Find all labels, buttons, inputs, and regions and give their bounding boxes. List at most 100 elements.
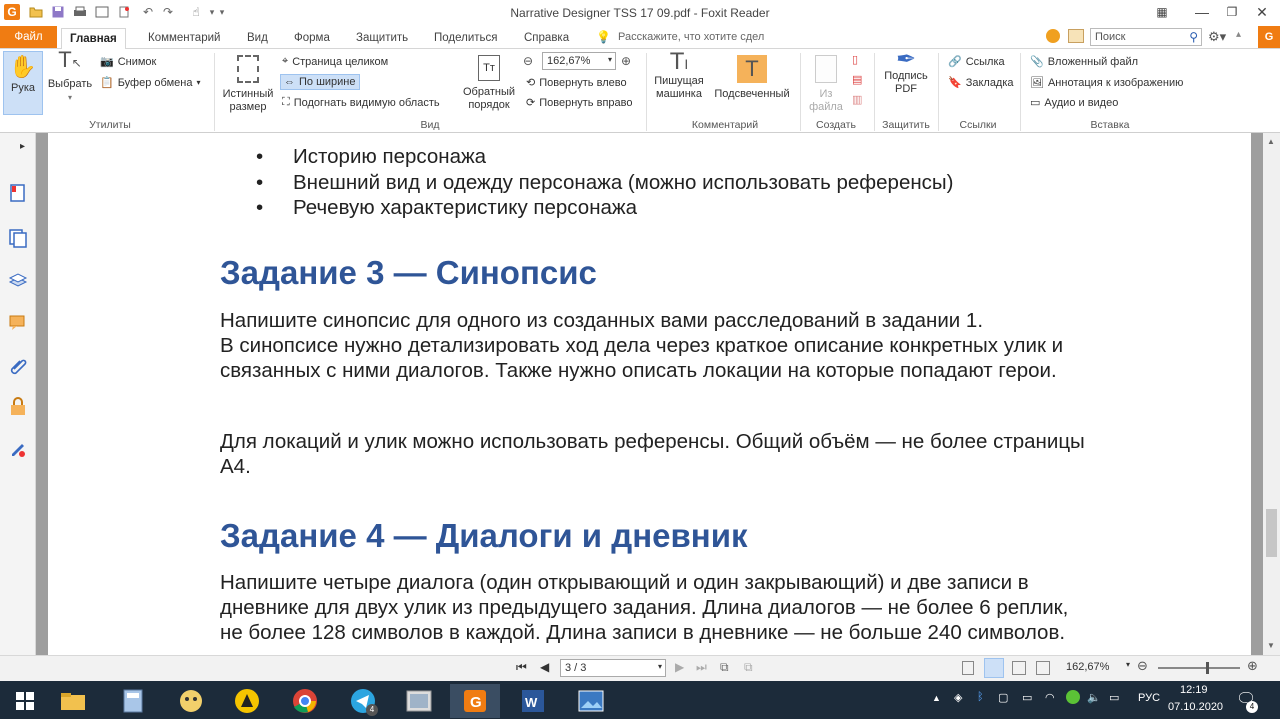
- tab-protect[interactable]: Защитить: [348, 28, 416, 49]
- rotate-left-button[interactable]: ⟲ Повернуть влево: [526, 76, 627, 90]
- comments-panel-icon[interactable]: [8, 313, 28, 333]
- tab-share[interactable]: Поделиться: [426, 28, 506, 49]
- select-button[interactable]: T↖ Выбрать ▾: [46, 49, 94, 104]
- create-scanner-icon[interactable]: ▤: [852, 73, 862, 86]
- last-page-icon[interactable]: ⏭: [696, 660, 707, 675]
- from-file-button[interactable]: Из файла: [806, 55, 846, 114]
- attachment-button[interactable]: 📎 Вложенный файл: [1030, 55, 1138, 69]
- search-input[interactable]: Поиск ⚲: [1090, 28, 1202, 46]
- ribbon-display-icon[interactable]: ▦: [1142, 0, 1182, 24]
- bookmark-button[interactable]: 🔖 Закладка: [948, 76, 1014, 90]
- previous-view-icon[interactable]: ⧉: [720, 660, 729, 675]
- zoom-dropdown-icon[interactable]: ▾: [1126, 660, 1130, 669]
- signature-panel-icon[interactable]: [8, 438, 28, 458]
- next-view-icon[interactable]: ⧉: [744, 660, 753, 675]
- tab-file[interactable]: Файл: [0, 26, 57, 48]
- list-item: Историю персонажа: [293, 145, 487, 168]
- chrome-icon[interactable]: [280, 684, 330, 718]
- zoom-slider-thumb[interactable]: [1206, 662, 1209, 674]
- tray-square-icon[interactable]: ▢: [998, 691, 1008, 704]
- page-number-input[interactable]: 3 / 3 ▾: [560, 659, 666, 677]
- security-tray-icon[interactable]: [1066, 690, 1080, 704]
- settings-gear-icon[interactable]: ⚙▾: [1208, 29, 1226, 45]
- scroll-down-icon[interactable]: ▼: [1267, 641, 1275, 650]
- folder-icon[interactable]: [1068, 29, 1084, 43]
- snapshot-button[interactable]: 📷 Снимок: [100, 55, 156, 69]
- language-indicator[interactable]: РУС: [1138, 692, 1160, 704]
- clipboard-button[interactable]: 📋 Буфер обмена ▾: [100, 76, 200, 90]
- separator: [938, 53, 939, 131]
- archicad-icon[interactable]: [222, 684, 272, 718]
- fit-page-button[interactable]: ⌖ Страница целиком: [282, 55, 388, 68]
- fit-visible-button[interactable]: ⛶ Подогнать видимую область: [282, 96, 440, 109]
- clock-date[interactable]: 07.10.2020: [1168, 701, 1223, 713]
- tray-expand-icon[interactable]: ▲: [932, 693, 941, 703]
- vertical-scrollbar[interactable]: ▲ ▼: [1263, 133, 1280, 655]
- first-page-icon[interactable]: ⏮: [516, 660, 527, 675]
- next-page-icon[interactable]: ▶: [675, 660, 684, 674]
- attachments-panel-icon[interactable]: [8, 355, 28, 375]
- network-icon[interactable]: ▭: [1109, 691, 1119, 704]
- tray-window-icon[interactable]: ▭: [1022, 691, 1032, 704]
- link-button[interactable]: 🔗 Ссылка: [948, 55, 1005, 69]
- telegram-icon[interactable]: 4: [338, 684, 388, 718]
- tab-comment[interactable]: Комментарий: [140, 28, 228, 49]
- photo-viewer-icon[interactable]: [394, 684, 444, 718]
- feedback-icon[interactable]: [1046, 29, 1060, 43]
- zoom-slider[interactable]: [1158, 667, 1240, 669]
- security-panel-icon[interactable]: [8, 396, 28, 416]
- bullet-dot: •: [256, 171, 264, 194]
- image-app-icon[interactable]: [566, 684, 616, 718]
- continuous-page-icon[interactable]: [984, 658, 1004, 678]
- wifi-icon[interactable]: ◠: [1045, 691, 1055, 704]
- create-blank-icon[interactable]: ▯: [852, 53, 858, 66]
- layers-panel-icon[interactable]: [8, 270, 28, 290]
- search-icon[interactable]: ⚲: [1189, 30, 1198, 44]
- volume-icon[interactable]: 🔈: [1087, 691, 1101, 704]
- fallout-app-icon[interactable]: [166, 684, 216, 718]
- file-explorer-icon[interactable]: [48, 684, 98, 718]
- pages-panel-icon[interactable]: [8, 228, 28, 248]
- prev-page-icon[interactable]: ◀: [540, 660, 549, 674]
- clock-time[interactable]: 12:19: [1180, 684, 1208, 696]
- tab-help[interactable]: Справка: [516, 28, 577, 49]
- bluetooth-icon[interactable]: ᛒ: [977, 691, 984, 703]
- continuous-facing-icon[interactable]: [1036, 661, 1050, 675]
- zoom-select[interactable]: 162,67% ▾: [542, 52, 616, 70]
- image-annotation-button[interactable]: 🖼 Аннотация к изображению: [1030, 76, 1183, 90]
- rotate-right-button[interactable]: ⟳ Повернуть вправо: [526, 96, 632, 110]
- document-viewer[interactable]: • Историю персонажа • Внешний вид и одеж…: [36, 133, 1263, 655]
- foxit-account-icon[interactable]: G: [1258, 26, 1280, 48]
- hand-button[interactable]: ✋ Рука: [3, 51, 43, 115]
- scroll-up-icon[interactable]: ▲: [1267, 137, 1275, 146]
- foxit-reader-taskbar-icon[interactable]: G: [450, 684, 500, 718]
- close-button[interactable]: ✕: [1242, 0, 1280, 24]
- typewriter-button[interactable]: TI Пишущая машинка: [652, 50, 706, 101]
- reverse-order-button[interactable]: Tт Обратный порядок: [461, 55, 517, 112]
- zoom-in-icon[interactable]: ⊕: [621, 54, 631, 68]
- zoom-dropdown-icon: ▾: [607, 55, 612, 64]
- collapse-ribbon-icon[interactable]: ▴: [1236, 29, 1241, 40]
- word-icon[interactable]: W: [508, 684, 558, 718]
- bookmark-panel-icon[interactable]: [8, 183, 28, 203]
- status-zoom-out-icon[interactable]: ⊖: [1137, 658, 1148, 674]
- sign-pdf-button[interactable]: ✒ Подпись PDF: [880, 48, 932, 96]
- tell-me-box[interactable]: Расскажите, что хотите сдел: [618, 31, 764, 43]
- facing-page-icon[interactable]: [1012, 661, 1026, 675]
- tab-view[interactable]: Вид: [239, 28, 276, 49]
- calculator-icon[interactable]: [108, 684, 158, 718]
- actual-size-button[interactable]: Истинный размер: [218, 55, 278, 114]
- zoom-out-icon[interactable]: ⊖: [523, 54, 533, 68]
- status-zoom-in-icon[interactable]: ⊕: [1247, 658, 1258, 674]
- start-button[interactable]: [0, 684, 50, 718]
- fit-width-button[interactable]: ⇔ По ширине: [280, 74, 360, 90]
- status-zoom-value[interactable]: 162,67%: [1066, 661, 1109, 673]
- single-page-icon[interactable]: [962, 661, 974, 675]
- expand-panel-icon[interactable]: ▸: [20, 141, 25, 152]
- create-clipboard-icon[interactable]: ▥: [852, 93, 862, 106]
- scroll-thumb[interactable]: [1266, 509, 1277, 557]
- audio-video-button[interactable]: ▭ Аудио и видео: [1030, 96, 1118, 110]
- highlight-button[interactable]: T Подсвеченный: [710, 55, 794, 101]
- tab-form[interactable]: Форма: [286, 28, 338, 49]
- dropbox-icon[interactable]: ◈: [954, 691, 962, 704]
